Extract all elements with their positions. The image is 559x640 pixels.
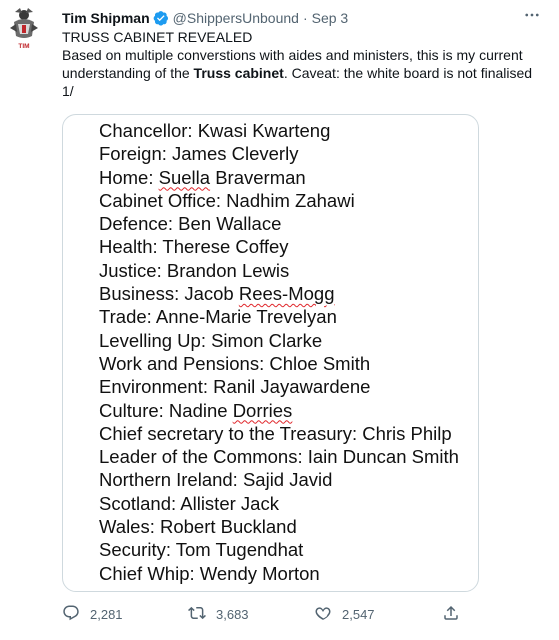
tweet-image[interactable]: Chancellor: Kwasi Kwarteng Foreign: James… xyxy=(62,114,479,592)
cabinet-list-item: Foreign: James Cleverly xyxy=(99,143,299,165)
cabinet-list-item: Chief secretary to the Treasury: Chris P… xyxy=(99,422,452,444)
like-count: 2,547 xyxy=(342,607,375,622)
cabinet-item-text: Home: xyxy=(99,166,159,188)
share-icon xyxy=(442,604,470,625)
author-name[interactable]: Tim Shipman xyxy=(62,10,150,26)
cabinet-list-item: Business: Jacob Rees-Mogg xyxy=(99,282,459,305)
avatar-caption: TIM xyxy=(18,43,29,50)
cabinet-list-item: Work and Pensions: Chloe Smith xyxy=(99,352,371,374)
reply-icon xyxy=(62,604,90,625)
cabinet-list-item: Security: Tom Tugendhat xyxy=(99,539,304,561)
spellcheck-underlined-word: Rees-Mogg xyxy=(238,283,335,305)
more-options-icon[interactable] xyxy=(523,6,541,26)
cabinet-list-item: Trade: Anne-Marie Trevelyan xyxy=(99,306,337,328)
cabinet-list-item: Levelling Up: Simon Clarke xyxy=(99,329,323,351)
cabinet-list-item: Cabinet Office: Nadhim Zahawi xyxy=(99,189,355,211)
share-button[interactable] xyxy=(442,604,470,625)
tweet-headline: TRUSS CABINET REVEALED xyxy=(62,29,253,45)
reply-button[interactable]: 2,281 xyxy=(62,604,123,625)
cabinet-list-item: Chancellor: Kwasi Kwarteng xyxy=(99,120,331,141)
cabinet-list-item: Northern Ireland: Sajid Javid xyxy=(99,469,333,491)
cabinet-list: Chancellor: Kwasi Kwarteng Foreign: James… xyxy=(99,119,459,585)
tweet-header: Tim Shipman @ShippersUnbound · Sep 3 xyxy=(62,8,539,28)
tweet[interactable]: TIM Tim Shipman @ShippersUnbound · Sep 3… xyxy=(0,0,559,640)
retweet-icon xyxy=(188,604,216,625)
cabinet-list-item: Health: Therese Coffey xyxy=(99,236,289,258)
tweet-date[interactable]: Sep 3 xyxy=(312,10,349,26)
cabinet-list-item: Chief Whip: Wendy Morton xyxy=(99,562,320,584)
cabinet-list-item: Leader of the Commons: Iain Duncan Smith xyxy=(99,446,459,468)
separator-dot: · xyxy=(302,10,308,26)
cabinet-list-item: Scotland: Allister Jack xyxy=(99,492,279,514)
heart-icon xyxy=(314,604,342,625)
verified-badge-icon xyxy=(153,10,169,26)
spellcheck-underlined-word: Dorries xyxy=(232,399,293,421)
cabinet-list-item: Wales: Robert Buckland xyxy=(99,516,297,538)
author-handle[interactable]: @ShippersUnbound xyxy=(173,10,299,26)
cabinet-list-item: Home: Suella Braverman xyxy=(99,166,459,189)
like-button[interactable]: 2,547 xyxy=(314,604,375,625)
avatar-image: TIM xyxy=(10,8,38,50)
cabinet-item-text: Braverman xyxy=(210,166,306,188)
cabinet-list-item: Culture: Nadine Dorries xyxy=(99,399,459,422)
tweet-body-bold: Truss cabinet xyxy=(193,65,284,81)
cabinet-list-item: Defence: Ben Wallace xyxy=(99,213,282,235)
tweet-actions: 2,281 3,683 2,547 xyxy=(62,604,482,626)
cabinet-list-item: Environment: Ranil Jayawardene xyxy=(99,376,371,398)
avatar[interactable]: TIM xyxy=(6,6,42,50)
cabinet-item-text: Culture: Nadine xyxy=(99,399,233,421)
retweet-button[interactable]: 3,683 xyxy=(188,604,249,625)
reply-count: 2,281 xyxy=(90,607,123,622)
tweet-text: TRUSS CABINET REVEALED Based on multiple… xyxy=(62,28,537,100)
retweet-count: 3,683 xyxy=(216,607,249,622)
cabinet-list-item: Justice: Brandon Lewis xyxy=(99,259,290,281)
cabinet-item-text: Business: Jacob xyxy=(99,283,239,305)
spellcheck-underlined-word: Suella xyxy=(158,166,211,188)
